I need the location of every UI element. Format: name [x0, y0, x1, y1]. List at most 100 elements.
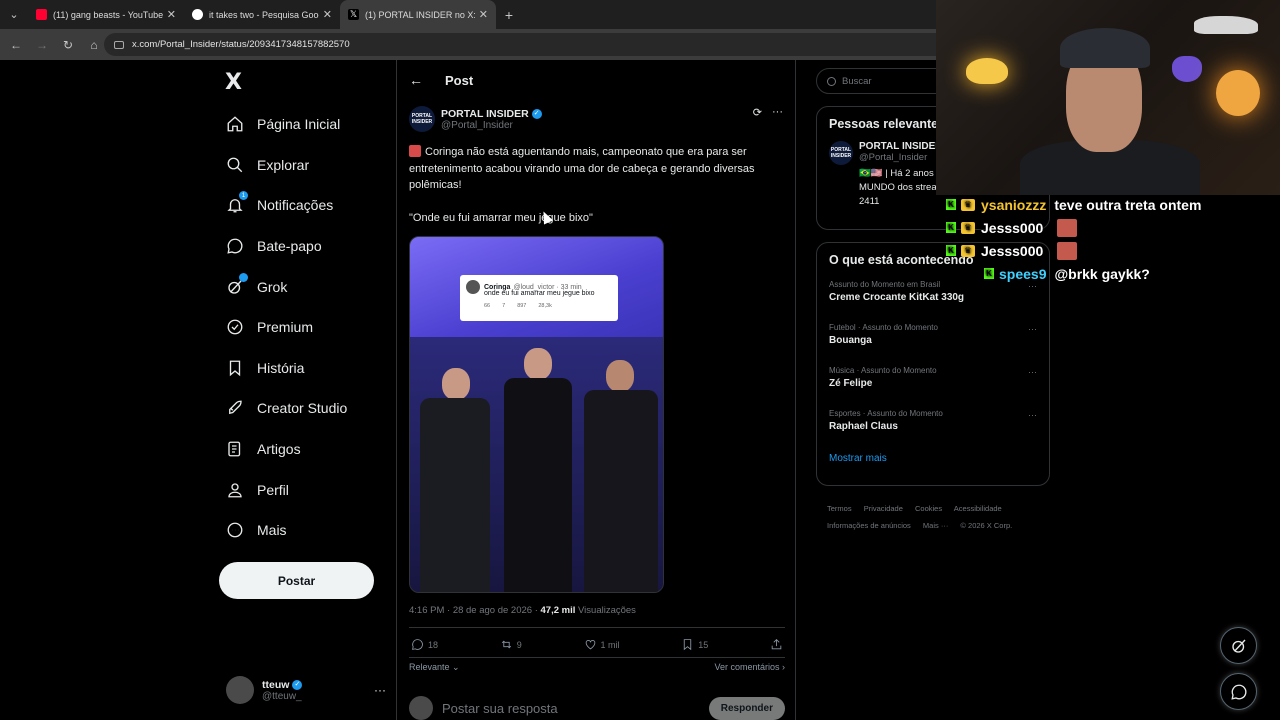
share-button[interactable] — [770, 638, 783, 651]
post-timestamp[interactable]: 4:16 PM · 28 de ago de 2026 · — [409, 605, 538, 616]
browser-tab-x[interactable]: 𝕏 (1) PORTAL INSIDER no X: " ✕ — [340, 0, 496, 29]
sidebar-item-home[interactable]: Página Inicial — [224, 104, 394, 145]
relevant-avatar[interactable]: PORTAL INSIDER — [829, 141, 853, 165]
close-tab-icon[interactable]: ✕ — [323, 8, 332, 21]
tab-search-icon[interactable]: ⌄ — [0, 0, 28, 29]
sidebar-item-notifications[interactable]: 1 Notificações — [224, 185, 394, 226]
webcam-overlay — [936, 0, 1280, 195]
trend-item[interactable]: Esportes · Assunto do Momento Raphael Cl… — [817, 402, 1049, 445]
more-icon[interactable]: ··· — [772, 106, 783, 119]
author-name[interactable]: PORTAL INSIDER — [441, 108, 529, 120]
like-count: 1 mil — [600, 639, 620, 650]
post-text-main: Coringa não está aguentando mais, campeo… — [409, 146, 755, 191]
sidebar-item-label: Notificações — [257, 197, 334, 214]
youtube-favicon-icon — [36, 9, 47, 20]
sidebar-item-articles[interactable]: Artigos — [224, 429, 394, 470]
reload-icon[interactable]: ↻ — [56, 33, 80, 57]
trend-item[interactable]: Futebol · Assunto do Momento Bouanga ··· — [817, 316, 1049, 359]
reply-input[interactable]: Postar sua resposta — [442, 701, 558, 716]
quoted-views: 28,3k — [538, 303, 552, 309]
reply-button[interactable]: 18 — [411, 638, 438, 651]
home-browser-icon[interactable]: ⌂ — [82, 33, 106, 57]
more-icon[interactable]: ··· — [374, 683, 386, 697]
verified-badge-icon: ✓ — [292, 679, 303, 690]
browser-tab-youtube[interactable]: (11) gang beasts - YouTube ✕ — [28, 0, 184, 29]
footer-link[interactable]: Termos — [827, 504, 852, 513]
sidebar-item-label: Perfil — [257, 481, 289, 498]
photo-person-left — [420, 362, 490, 592]
grok-floating-button[interactable] — [1220, 627, 1257, 664]
sidebar-item-label: Mais — [257, 522, 287, 539]
close-tab-icon[interactable]: ✕ — [167, 8, 176, 21]
x-logo[interactable]: X — [225, 70, 242, 95]
footer-link[interactable]: Mais ··· — [923, 521, 948, 530]
back-arrow-icon[interactable]: ← — [409, 72, 423, 88]
chat-message: K ♛ ysaniozzz teve outra treta ontem — [946, 193, 1276, 216]
chat-username: spees9 — [999, 265, 1047, 282]
webcam-shelf-car — [1194, 16, 1258, 34]
like-button[interactable]: 1 mil — [584, 638, 620, 651]
close-tab-icon[interactable]: ✕ — [479, 8, 488, 21]
avatar — [409, 696, 433, 720]
sidebar-item-explore[interactable]: Explorar — [224, 145, 394, 186]
account-name: tteuw — [262, 678, 290, 691]
sidebar-item-more[interactable]: Mais — [224, 510, 394, 551]
relevant-name[interactable]: PORTAL INSIDER — [859, 141, 945, 152]
footer-link[interactable]: Cookies — [915, 504, 942, 513]
footer-links: Termos Privacidade Cookies Acessibilidad… — [827, 500, 1047, 534]
see-comments-label: Ver comentários — [714, 662, 780, 672]
emote-icon — [1057, 241, 1078, 260]
footer-link[interactable]: Informações de anúncios — [827, 521, 911, 530]
replies-sort-row: Relevante ⌄ Ver comentários › — [409, 662, 785, 673]
sidebar-item-profile[interactable]: Perfil — [224, 469, 394, 510]
crown-badge-icon: ♛ — [961, 198, 975, 211]
forward-icon[interactable]: → — [30, 33, 54, 57]
reply-submit-button[interactable]: Responder — [708, 696, 785, 720]
search-icon — [224, 154, 246, 176]
webcam-streamer-cap — [1060, 28, 1150, 68]
footer-link[interactable]: Privacidade — [864, 504, 903, 513]
sidebar-item-label: Premium — [257, 319, 314, 336]
sidebar-item-chat[interactable]: Bate-papo — [224, 226, 394, 267]
sidebar-item-label: Explorar — [257, 156, 310, 173]
reply-icon — [412, 639, 423, 650]
more-icon[interactable]: ··· — [1028, 324, 1037, 334]
account-handle: @tteuw_ — [262, 690, 302, 702]
see-comments-link[interactable]: Ver comentários › — [714, 662, 785, 673]
post-image[interactable]: Coringa @loud_victor · 33 min onde eu fu… — [409, 236, 664, 593]
sidebar-item-premium[interactable]: Premium — [224, 307, 394, 348]
reply-count: 18 — [428, 639, 439, 650]
sidebar-item-history[interactable]: História — [224, 348, 394, 389]
divider — [409, 657, 785, 658]
new-tab-icon[interactable]: + — [496, 0, 522, 29]
post-author[interactable]: PORTAL INSIDER PORTAL INSIDER ✓ @Portal_I… — [409, 106, 542, 132]
messages-floating-button[interactable] — [1220, 673, 1257, 710]
bookmark-button[interactable]: 15 — [681, 638, 708, 651]
post-actions: 18 9 1 mil 15 — [411, 638, 783, 651]
show-more-link[interactable]: Mostrar mais — [817, 445, 1049, 476]
chat-message: K ♛ Jesss000 — [946, 239, 1276, 262]
kick-badge-icon: K — [946, 222, 956, 233]
browser-tab-google[interactable]: it takes two - Pesquisa Google ✕ — [184, 0, 340, 29]
account-switcher[interactable]: tteuw ✓ @tteuw_ ··· — [226, 672, 386, 708]
sidebar-item-creator-studio[interactable]: Creator Studio — [224, 388, 394, 429]
trend-item[interactable]: Música · Assunto do Momento Zé Felipe ··… — [817, 359, 1049, 402]
more-icon[interactable]: ··· — [1028, 410, 1037, 420]
sort-label: Relevante — [409, 662, 450, 672]
back-icon[interactable]: ← — [4, 33, 28, 57]
trend-topic: Bouanga — [829, 335, 872, 346]
author-handle[interactable]: @Portal_Insider — [441, 120, 542, 131]
footer-link[interactable]: Acessibilidade — [954, 504, 1002, 513]
author-avatar[interactable]: PORTAL INSIDER — [409, 106, 435, 132]
relevant-handle: @Portal_Insider — [859, 152, 928, 163]
sidebar-item-grok[interactable]: Grok — [224, 266, 394, 307]
quoted-text: onde eu fui amarrar meu jegue bixo — [484, 290, 595, 297]
more-icon[interactable]: ··· — [1028, 367, 1037, 377]
site-info-icon[interactable] — [114, 40, 124, 49]
sort-dropdown[interactable]: Relevante ⌄ — [409, 662, 460, 673]
grok-icon[interactable]: ⟳ — [753, 106, 762, 119]
chat-username: Jesss000 — [981, 242, 1044, 259]
repost-button[interactable]: 9 — [500, 638, 522, 651]
chat-icon — [224, 235, 246, 257]
post-button[interactable]: Postar — [219, 562, 374, 599]
